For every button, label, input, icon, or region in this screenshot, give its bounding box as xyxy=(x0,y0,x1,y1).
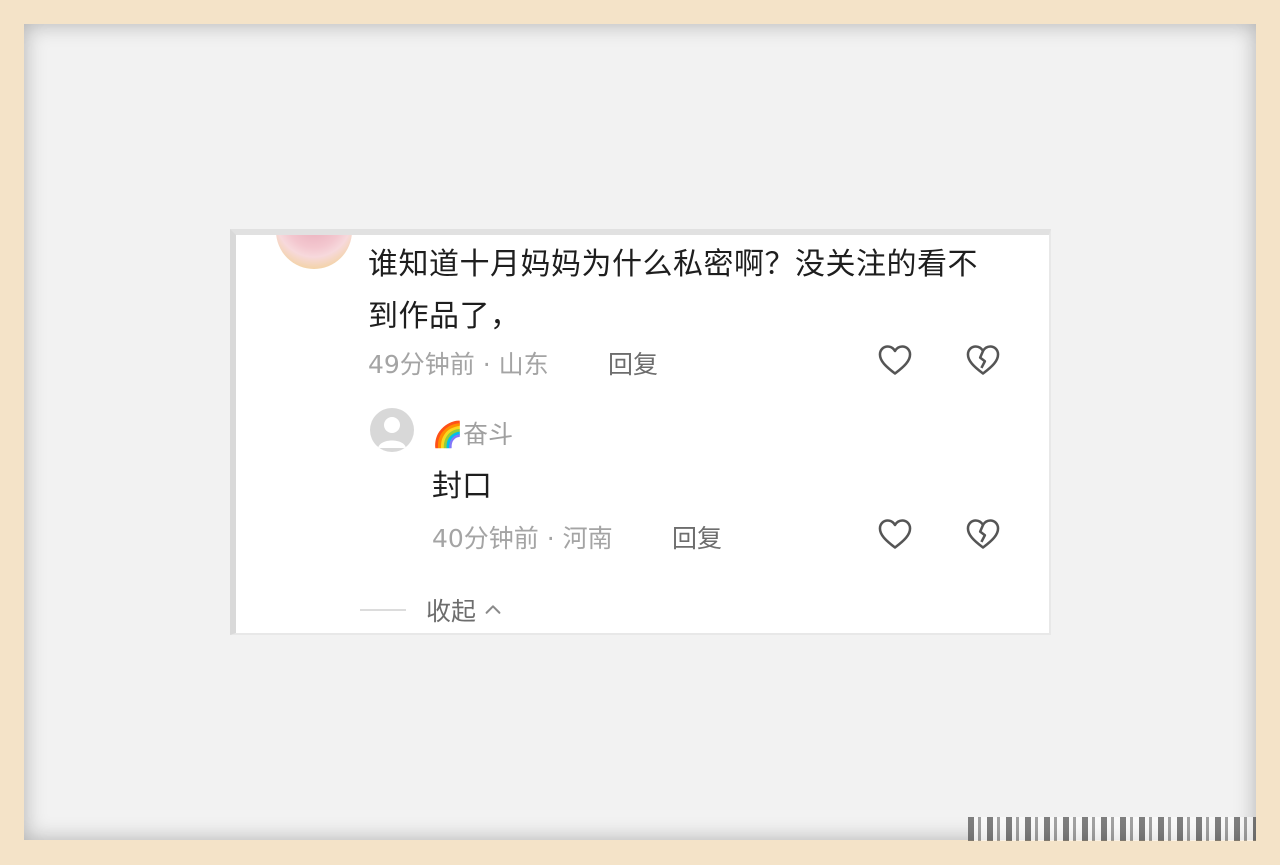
watermark xyxy=(968,817,1256,841)
reply-username[interactable]: 🌈奋斗 xyxy=(432,415,513,451)
comment-meta: 49分钟前 · 山东 xyxy=(368,350,549,379)
heart-outline-icon[interactable] xyxy=(876,515,914,553)
collapse-divider xyxy=(360,609,406,611)
comment-card: 谁知道十月妈妈为什么私密啊？没关注的看不到作品了， 49分钟前 · 山东 回复 … xyxy=(230,229,1051,635)
reply-text: 封口 xyxy=(432,469,492,504)
comment-text: 谁知道十月妈妈为什么私密啊？没关注的看不到作品了， xyxy=(368,247,978,334)
collapse-label: 收起 xyxy=(426,597,477,626)
reply-avatar[interactable] xyxy=(370,408,414,452)
chevron-up-icon xyxy=(485,605,501,614)
broken-heart-icon[interactable] xyxy=(964,515,1002,553)
heart-outline-icon[interactable] xyxy=(876,341,914,379)
commenter-avatar[interactable] xyxy=(276,235,352,269)
collapse-replies-button[interactable]: 收起 xyxy=(360,595,504,626)
reply-reply-button[interactable]: 回复 xyxy=(672,519,722,555)
comment-reply-button[interactable]: 回复 xyxy=(608,345,658,381)
broken-heart-icon[interactable] xyxy=(964,341,1002,379)
reply-meta: 40分钟前 · 河南 xyxy=(432,524,613,553)
